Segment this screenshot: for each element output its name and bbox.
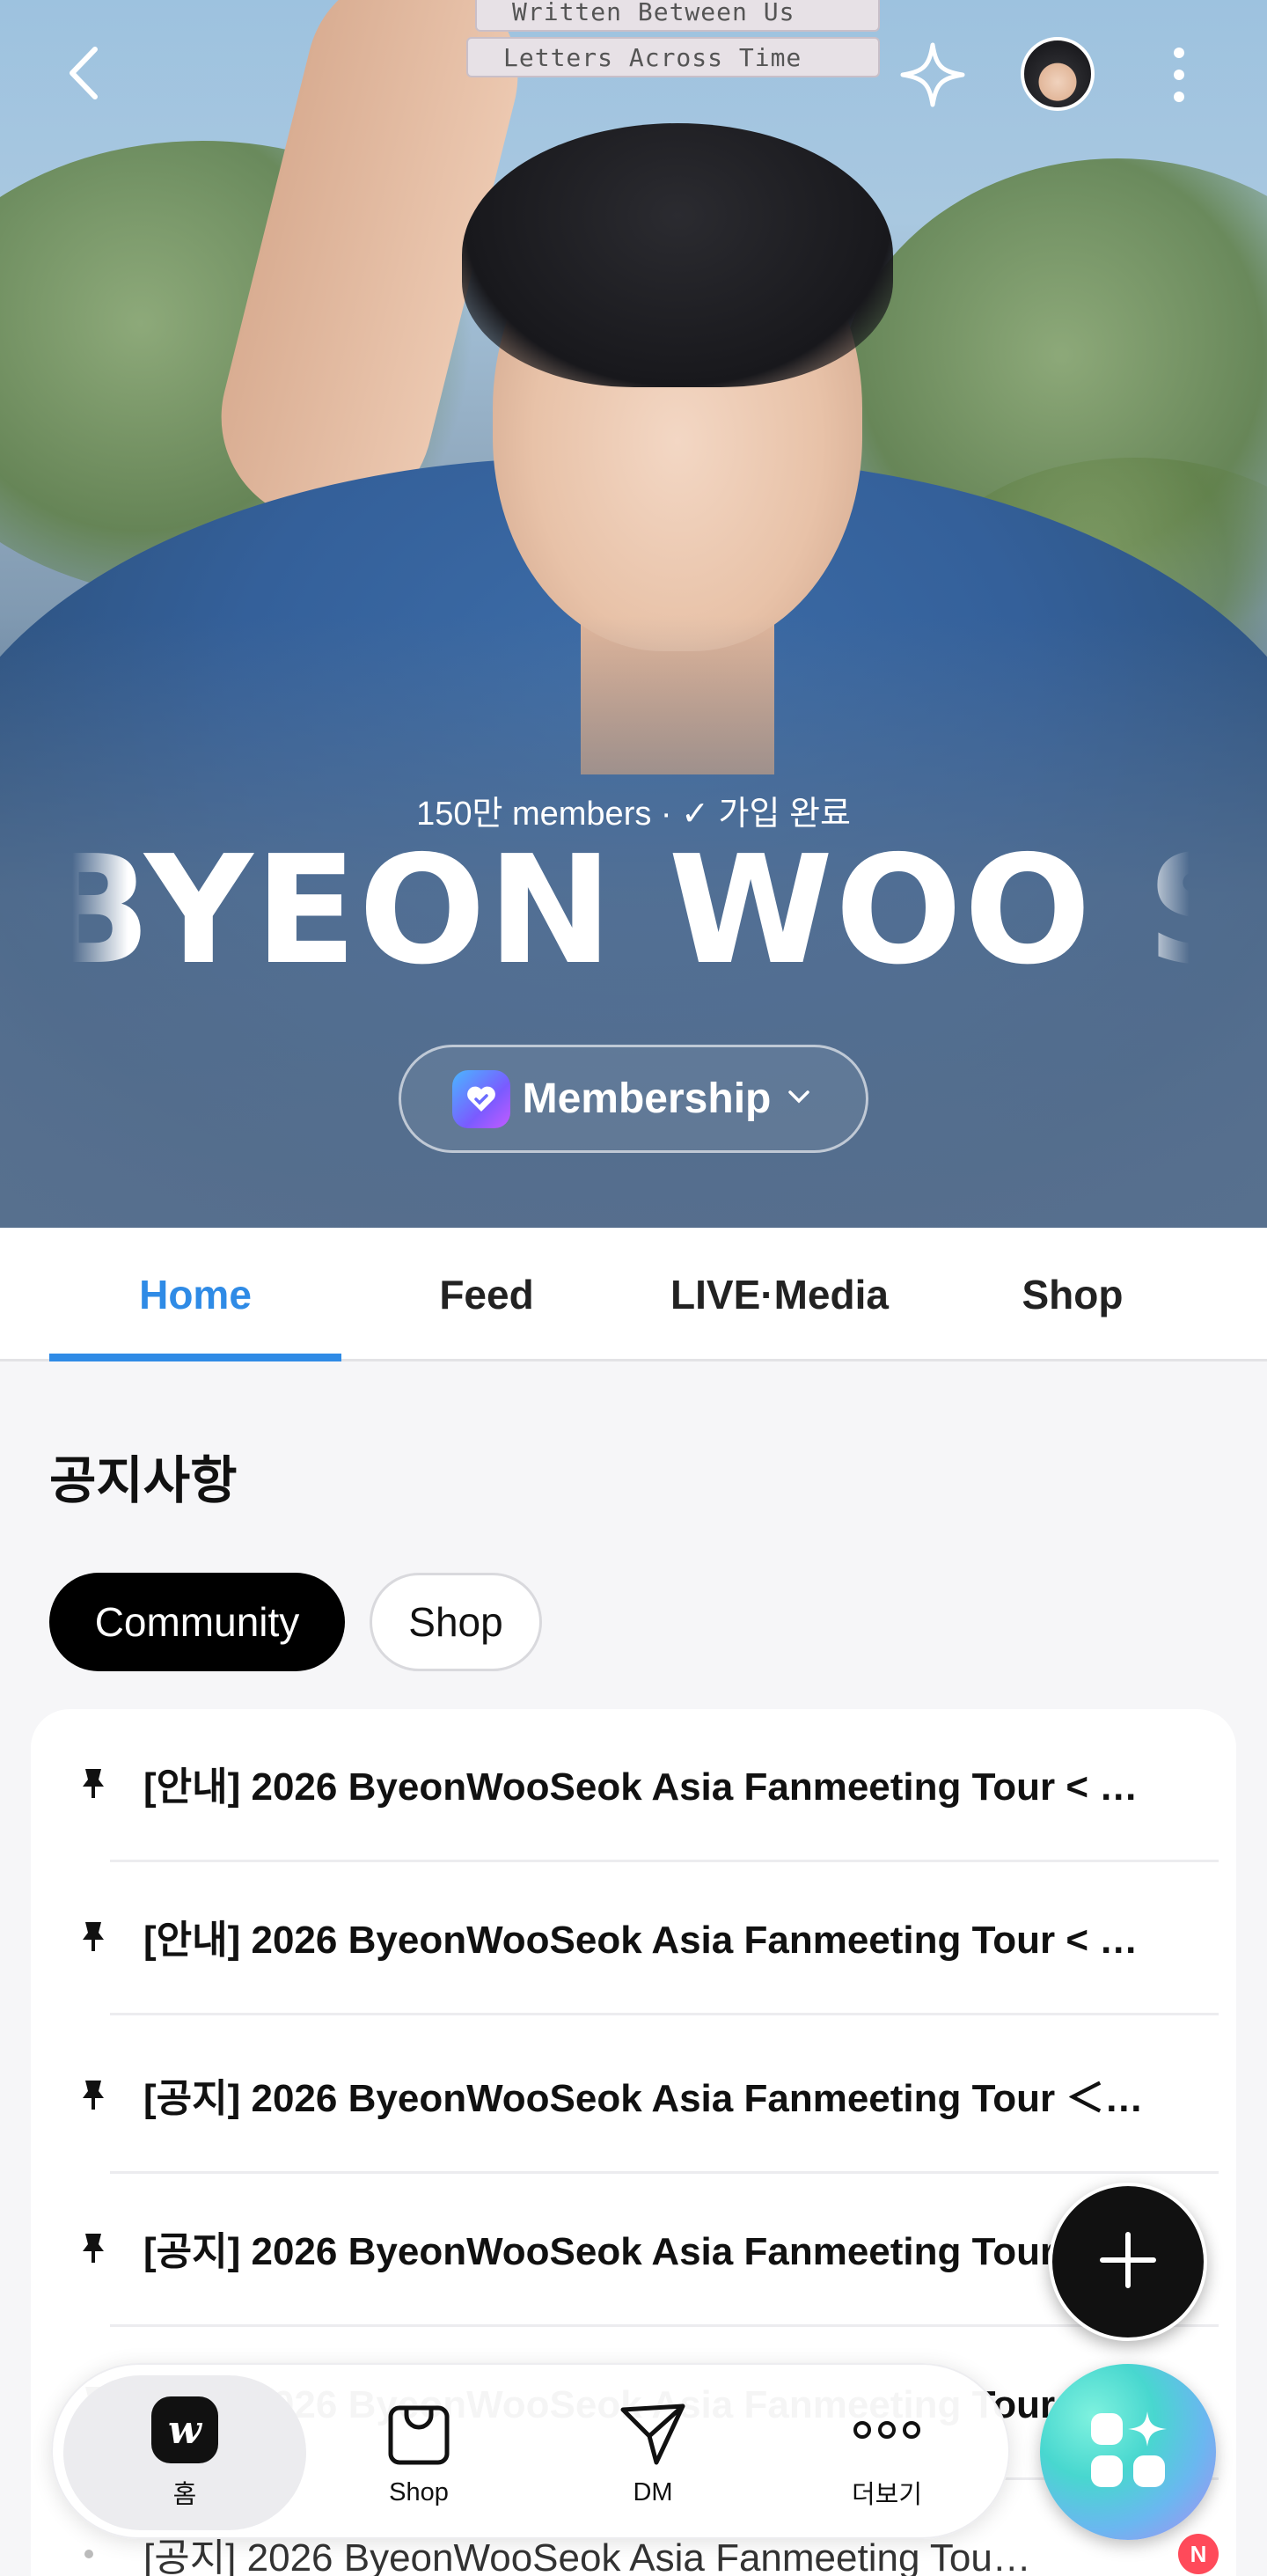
artist-hair (462, 123, 893, 387)
apps-grid-icon (1084, 2406, 1172, 2499)
new-badge: N (1178, 2534, 1219, 2574)
artist-banner: Written Between Us Letters Across Time 1… (0, 0, 1267, 1228)
notice-item[interactable]: [안내] 2026 ByeonWooSeok Asia Fanmeeting T… (80, 1755, 1219, 1811)
notice-item[interactable]: [공지] 2026 ByeonWooSeok Asia Fanmeeting T… (80, 2220, 1219, 2276)
pin-icon (80, 1765, 143, 1801)
nav-label: Shop (389, 2477, 449, 2506)
filter-chip-community[interactable]: Community (49, 1573, 345, 1671)
nav-shop[interactable]: Shop (297, 2375, 540, 2530)
nav-dm[interactable]: DM (531, 2375, 774, 2530)
members-count: 150만 members · ✓ 가입 완료 (416, 796, 851, 833)
sparkle-icon[interactable] (897, 40, 968, 110)
membership-heart-icon (451, 1069, 510, 1128)
top-bar (0, 0, 1267, 150)
tab-home[interactable]: Home (49, 1228, 341, 1361)
pin-icon (80, 2077, 143, 2112)
profile-avatar[interactable] (1021, 37, 1095, 111)
nav-more[interactable]: 더보기 (765, 2375, 1008, 2530)
tab-live-media[interactable]: LIVE·Media (630, 1228, 929, 1361)
divider (110, 2171, 1219, 2174)
artist-name: BYEON WOO SEOK (72, 836, 1190, 986)
shopping-bag-icon (385, 2399, 452, 2470)
notice-title: [안내] 2026 ByeonWooSeok Asia Fanmeeting T… (143, 1919, 1139, 1962)
tab-feed[interactable]: Feed (343, 1228, 630, 1361)
more-dots-icon (852, 2395, 922, 2465)
chevron-down-icon (783, 1075, 815, 1123)
svg-text:w: w (168, 2408, 203, 2453)
membership-button[interactable]: Membership (399, 1045, 868, 1153)
nav-label: 더보기 (851, 2481, 923, 2509)
tab-shop[interactable]: Shop (929, 1228, 1216, 1361)
plus-icon (1097, 2229, 1159, 2295)
membership-label: Membership (522, 1075, 772, 1122)
nav-label: DM (633, 2477, 673, 2506)
notice-item[interactable]: [공지] 2026 ByeonWooSeok Asia Fanmeeting T… (80, 2066, 1219, 2123)
notice-title: [공지] 2026 ByeonWooSeok Asia Fanmeeting T… (143, 2077, 1144, 2120)
active-tab-indicator (49, 1354, 341, 1361)
bottom-navigation: w 홈 Shop DM 더보기 (51, 2363, 1010, 2539)
artist-name-marquee: BYEON WOO SEOK (72, 836, 1190, 986)
pin-icon (80, 2230, 143, 2265)
weverse-home-icon: w (150, 2395, 220, 2465)
more-vertical-icon[interactable] (1161, 40, 1197, 110)
nav-label: 홈 (172, 2481, 197, 2509)
divider (110, 1860, 1219, 1862)
filter-chip-shop[interactable]: Shop (370, 1573, 542, 1671)
nav-home[interactable]: w 홈 (63, 2375, 306, 2530)
pin-icon (80, 1919, 143, 1954)
notice-title: [안내] 2026 ByeonWooSeok Asia Fanmeeting T… (143, 1765, 1139, 1809)
bullet-icon (80, 2545, 143, 2563)
divider (110, 2324, 1219, 2327)
apps-launcher-button[interactable] (1040, 2364, 1216, 2540)
section-title-notices: 공지사항 (49, 1452, 238, 1509)
create-post-button[interactable] (1049, 2183, 1207, 2341)
divider (110, 2013, 1219, 2015)
paper-plane-icon (618, 2399, 688, 2470)
back-arrow-icon[interactable] (53, 40, 114, 106)
notice-item[interactable]: [안내] 2026 ByeonWooSeok Asia Fanmeeting T… (80, 1908, 1219, 1964)
tab-bar: Home Feed LIVE·Media Shop (0, 1228, 1267, 1361)
